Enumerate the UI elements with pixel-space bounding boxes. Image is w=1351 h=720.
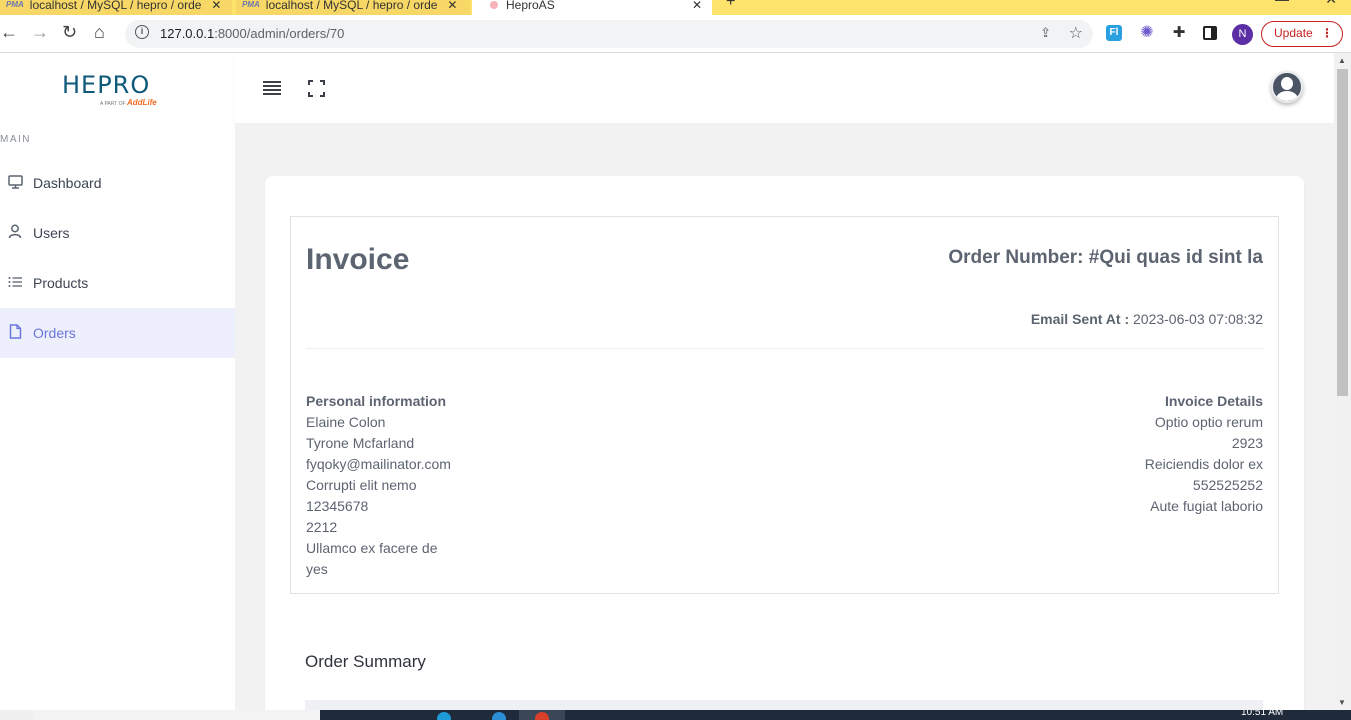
tab-title: localhost / MySQL / hepro / orde	[29, 0, 202, 12]
pma-icon: PMA	[6, 0, 24, 9]
more-menu-icon[interactable]: ⋮	[1321, 22, 1333, 45]
site-info-icon[interactable]: i	[135, 25, 149, 39]
tab-title: localhost / MySQL / hepro / orde	[265, 0, 438, 12]
url-text[interactable]: 127.0.0.1:8000/admin/orders/70	[160, 26, 344, 41]
user-avatar[interactable]	[1271, 71, 1303, 103]
invoice-details-line: Optio optio rerum	[1154, 414, 1263, 430]
close-tab-icon[interactable]: ✕	[447, 0, 457, 12]
email-sent-at: Email Sent At : 2023-06-03 07:08:32	[1031, 311, 1263, 327]
tab-title: HeproAS	[506, 0, 555, 12]
file-icon	[7, 324, 23, 342]
logo[interactable]: HEPRO A PART OF AddLife	[62, 71, 157, 107]
extensions-puzzle-icon[interactable]: ✚	[1171, 25, 1187, 41]
taskbar-app-icon[interactable]	[492, 712, 506, 720]
close-tab-icon[interactable]: ✕	[692, 0, 702, 12]
browser-profile-avatar[interactable]: N	[1232, 24, 1253, 45]
sidebar-item-users[interactable]: Users	[0, 208, 235, 258]
taskbar-search[interactable]	[33, 710, 320, 720]
bookmark-star-icon[interactable]: ☆	[1069, 23, 1083, 43]
personal-information: Personal information Elaine Colon Tyrone…	[306, 391, 451, 580]
sidebar-item-label: Users	[33, 225, 70, 241]
scroll-up-icon[interactable]: ▲	[1338, 56, 1346, 65]
forward-arrow-icon[interactable]: →	[31, 22, 49, 43]
invoice-details-line: Reiciendis dolor ex	[1144, 456, 1263, 472]
personal-info-line: Corrupti elit nemo	[306, 477, 417, 493]
share-icon[interactable]: ⇪	[1040, 25, 1051, 41]
order-summary-table-header	[305, 700, 1263, 710]
sidebar-section-label: MAIN	[0, 134, 31, 145]
minimize-icon[interactable]: —	[1275, 0, 1289, 7]
fullscreen-icon[interactable]	[308, 80, 325, 97]
list-icon	[7, 275, 23, 291]
logo-brand: HEPRO	[62, 71, 151, 99]
browser-tab[interactable]: PMA localhost / MySQL / hepro / orde ✕	[0, 0, 232, 15]
order-number: Order Number: #Qui quas id sint la	[948, 247, 1263, 268]
personal-info-line: fyqoky@mailinator.com	[306, 456, 451, 472]
sidebar-item-label: Products	[33, 275, 89, 291]
invoice-title: Invoice	[306, 243, 410, 276]
order-summary-title: Order Summary	[305, 652, 426, 671]
browser-tab[interactable]: PMA localhost / MySQL / hepro / orde ✕	[236, 0, 470, 15]
update-label: Update	[1274, 26, 1313, 40]
update-button[interactable]: Update ⋮	[1261, 21, 1343, 47]
invoice-card: Invoice Order Number: #Qui quas id sint …	[265, 176, 1304, 720]
invoice-details: Invoice Details Optio optio rerum 2923 R…	[1145, 391, 1263, 517]
sidebar-item-dashboard[interactable]: Dashboard	[0, 158, 235, 208]
monitor-icon	[7, 174, 23, 192]
sidebar-item-label: Dashboard	[33, 175, 102, 191]
menu-toggle-icon[interactable]	[263, 81, 281, 97]
personal-info-line: 2212	[306, 519, 338, 535]
page-scrollbar[interactable]: ▲ ▼	[1334, 53, 1351, 710]
sidebar-item-products[interactable]: Products	[0, 258, 235, 308]
back-arrow-icon[interactable]: ←	[0, 22, 18, 43]
pma-icon: PMA	[242, 0, 260, 9]
new-tab-icon[interactable]: +	[726, 0, 735, 11]
taskbar-app-icon[interactable]	[535, 712, 549, 720]
app-header	[235, 53, 1334, 123]
invoice-details-line: Aute fugiat laborio	[1150, 498, 1263, 514]
browser-toolbar: ← → ↻ ⌂ i 127.0.0.1:8000/admin/orders/70…	[0, 15, 1351, 53]
address-bar[interactable]: i 127.0.0.1:8000/admin/orders/70 ⇪ ☆	[125, 20, 1093, 48]
close-tab-icon[interactable]: ✕	[211, 0, 221, 12]
window-close-icon[interactable]: ✕	[1325, 0, 1337, 8]
home-icon[interactable]: ⌂	[94, 22, 105, 43]
browser-tab-active[interactable]: HeproAS ✕	[472, 0, 712, 15]
divider	[306, 348, 1263, 349]
os-taskbar: 10:51 AM	[0, 710, 1351, 720]
favicon-icon	[490, 0, 498, 9]
personal-info-line: Tyrone Mcfarland	[306, 435, 415, 451]
logo-tagline: A PART OF AddLife	[100, 98, 157, 107]
sidebar-item-orders[interactable]: Orders	[0, 308, 235, 358]
invoice-box: Invoice Order Number: #Qui quas id sint …	[290, 216, 1279, 594]
personal-info-line: Elaine Colon	[306, 414, 386, 430]
scrollbar-thumb[interactable]	[1337, 69, 1348, 396]
sidebar: HEPRO A PART OF AddLife MAIN Dashboard U…	[0, 53, 235, 710]
reload-icon[interactable]: ↻	[62, 22, 77, 43]
personal-info-line: yes	[306, 561, 328, 577]
email-sent-label: Email Sent At :	[1030, 311, 1130, 327]
invoice-details-line: 552525252	[1192, 477, 1263, 493]
side-panel-icon[interactable]	[1203, 26, 1217, 40]
invoice-details-line: 2923	[1231, 435, 1263, 451]
user-icon	[7, 224, 23, 242]
start-button[interactable]	[0, 710, 33, 720]
personal-info-line: Ullamco ex facere de	[306, 540, 438, 556]
browser-tab-strip: PMA localhost / MySQL / hepro / orde ✕ P…	[0, 0, 1351, 15]
invoice-details-heading: Invoice Details	[1164, 393, 1263, 409]
scroll-down-icon[interactable]: ▼	[1338, 698, 1346, 707]
personal-info-line: 12345678	[306, 498, 369, 514]
personal-info-heading: Personal information	[306, 393, 447, 409]
email-sent-value: 2023-06-03 07:08:32	[1133, 311, 1263, 327]
main-content: Invoice Order Number: #Qui quas id sint …	[235, 123, 1334, 720]
taskbar-clock[interactable]: 10:51 AM	[1241, 710, 1283, 718]
taskbar-app-icon[interactable]	[437, 712, 451, 720]
extension-gear-icon[interactable]: ✺	[1139, 25, 1155, 41]
sidebar-item-label: Orders	[33, 325, 76, 341]
extension-fl-icon[interactable]: Fl	[1106, 25, 1122, 41]
